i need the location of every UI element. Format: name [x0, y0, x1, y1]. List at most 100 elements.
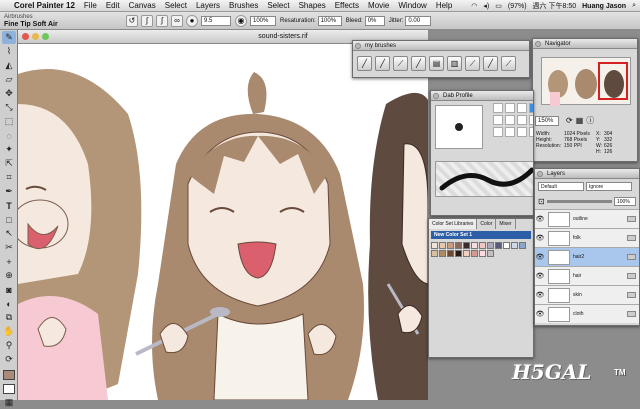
brush-selector[interactable]: Airbrushes Fine Tip Soft Air — [0, 14, 126, 28]
layer-options-icon[interactable] — [627, 254, 636, 260]
resaturation-field[interactable]: 100% — [317, 15, 342, 26]
dab-profile-option[interactable] — [505, 103, 515, 113]
layer-row[interactable]: 👁 hair2 — [535, 247, 639, 266]
dab-profile-option[interactable] — [517, 127, 527, 137]
app-menu[interactable]: Corel Painter 12 — [14, 1, 75, 10]
add-point-icon[interactable]: + — [2, 255, 16, 268]
eye-icon[interactable]: 👁 — [535, 215, 545, 223]
color-swatch[interactable] — [439, 250, 446, 257]
menu-window[interactable]: Window — [398, 1, 426, 10]
eye-icon[interactable]: 👁 — [535, 272, 545, 280]
size-field[interactable]: 9.5 — [201, 15, 231, 26]
layers-header[interactable]: Layers — [535, 169, 639, 179]
menu-canvas[interactable]: Canvas — [129, 1, 156, 10]
close-icon[interactable] — [433, 93, 439, 99]
layer-row[interactable]: 👁 hair — [535, 266, 639, 285]
tab-color-set-libraries[interactable]: Color Set Libraries — [429, 219, 478, 229]
color-swatch[interactable] — [471, 242, 478, 249]
menu-effects[interactable]: Effects — [335, 1, 359, 10]
dab-profile-option[interactable] — [529, 115, 533, 125]
brush-preset-icon[interactable]: ╱ — [357, 56, 372, 71]
eye-icon[interactable]: 👁 — [535, 291, 545, 299]
layer-options-icon[interactable] — [627, 216, 636, 222]
brush-preset-icon[interactable]: ⟋ — [501, 56, 516, 71]
dab-profile-option[interactable] — [493, 115, 503, 125]
color-swatch[interactable] — [511, 242, 518, 249]
layer-row[interactable]: 👁 outline — [535, 209, 639, 228]
dab-profile-option[interactable] — [517, 103, 527, 113]
layer-options-icon[interactable] — [627, 235, 636, 241]
mirror-tool-icon[interactable]: ⧉ — [2, 311, 16, 324]
minimize-button[interactable] — [32, 33, 39, 40]
dab-profile-option[interactable] — [493, 127, 503, 137]
dab-profile-option[interactable] — [529, 103, 533, 113]
menu-movie[interactable]: Movie — [368, 1, 389, 10]
color-swatch[interactable] — [479, 242, 486, 249]
layer-options-icon[interactable] — [627, 292, 636, 298]
color-swatch[interactable] — [439, 242, 446, 249]
magnifier-tool-icon[interactable]: ⚲ — [2, 339, 16, 352]
eraser-tool-icon[interactable]: ▱ — [2, 73, 16, 86]
paint-bucket-icon[interactable]: ◭ — [2, 59, 16, 72]
brush-preset-icon[interactable]: ╱ — [411, 56, 426, 71]
bleed-field[interactable]: 0% — [364, 15, 385, 26]
grid-icon[interactable]: ▦ — [576, 116, 584, 125]
menu-file[interactable]: File — [84, 1, 97, 10]
paper-selector-icon[interactable]: ▦ — [2, 396, 16, 409]
pen-tool-icon[interactable]: ✒ — [2, 185, 16, 198]
menu-shapes[interactable]: Shapes — [299, 1, 326, 10]
close-icon[interactable] — [355, 43, 361, 49]
reset-tool-icon[interactable]: ↺ — [126, 14, 138, 27]
color-swatch[interactable] — [463, 250, 470, 257]
text-tool-icon[interactable]: T — [2, 199, 16, 212]
cloner-tool-icon[interactable]: ⊕ — [2, 269, 16, 282]
navigator-thumbnail[interactable] — [541, 57, 631, 106]
dab-profile-option[interactable] — [505, 115, 515, 125]
color-swatch[interactable] — [479, 250, 486, 257]
menu-select-2[interactable]: Select — [267, 1, 289, 10]
layer-options-icon[interactable] — [627, 311, 636, 317]
dab-profile-header[interactable]: Dab Profile — [431, 91, 533, 101]
selection-adjuster-icon[interactable]: ⇱ — [2, 157, 16, 170]
color-swatch[interactable] — [519, 242, 526, 249]
layer-row[interactable]: 👁 cloth — [535, 304, 639, 323]
dab-profile-option[interactable] — [517, 115, 527, 125]
dropper-tool-icon[interactable]: ⌇ — [2, 45, 16, 58]
color-swatch[interactable] — [463, 242, 470, 249]
stroke-loop-icon[interactable]: ∞ — [171, 14, 183, 27]
jitter-field[interactable]: 0.00 — [405, 15, 432, 26]
close-icon[interactable] — [535, 41, 541, 47]
color-swatch[interactable] — [503, 242, 510, 249]
volume-icon[interactable]: ◂) — [483, 2, 489, 10]
close-icon[interactable] — [537, 171, 543, 177]
tab-mixer[interactable]: Mixer — [496, 219, 516, 229]
brush-preset-icon[interactable]: ⟋ — [393, 56, 408, 71]
brush-preset-icon[interactable]: ⟋ — [465, 56, 480, 71]
tab-color[interactable]: Color — [477, 219, 497, 229]
spotlight-icon[interactable]: ⌕ — [632, 2, 636, 10]
eye-icon[interactable]: 👁 — [535, 234, 545, 242]
layer-options-icon[interactable] — [627, 273, 636, 279]
drawing-canvas[interactable] — [18, 44, 428, 400]
composite-depth-select[interactable]: Ignore — [586, 182, 632, 191]
clock[interactable]: 週六 下午8:50 — [533, 1, 577, 11]
opacity-slider[interactable] — [546, 200, 612, 203]
my-brushes-header[interactable]: my brushes — [353, 41, 529, 51]
menu-select[interactable]: Select — [165, 1, 187, 10]
battery-icon[interactable]: ▭ — [495, 2, 502, 10]
brush-preset-icon[interactable]: ▥ — [447, 56, 462, 71]
menu-brushes[interactable]: Brushes — [229, 1, 258, 10]
magic-wand-icon[interactable]: ✦ — [2, 143, 16, 156]
brush-preset-icon[interactable]: ▤ — [429, 56, 444, 71]
menu-layers[interactable]: Layers — [196, 1, 220, 10]
color-swatch[interactable] — [471, 250, 478, 257]
color-swatch[interactable] — [487, 242, 494, 249]
color-swatch[interactable] — [431, 250, 438, 257]
stroke-type-icon[interactable]: ∫ — [141, 14, 153, 27]
layer-row[interactable]: 👁 skin — [535, 285, 639, 304]
scissors-tool-icon[interactable]: ✂ — [2, 241, 16, 254]
eye-icon[interactable]: 👁 — [535, 253, 545, 261]
additional-color-swatch[interactable] — [3, 384, 15, 394]
layer-opacity-field[interactable]: 100% — [614, 197, 636, 206]
layer-adjuster-icon[interactable]: ✥ — [2, 87, 16, 100]
